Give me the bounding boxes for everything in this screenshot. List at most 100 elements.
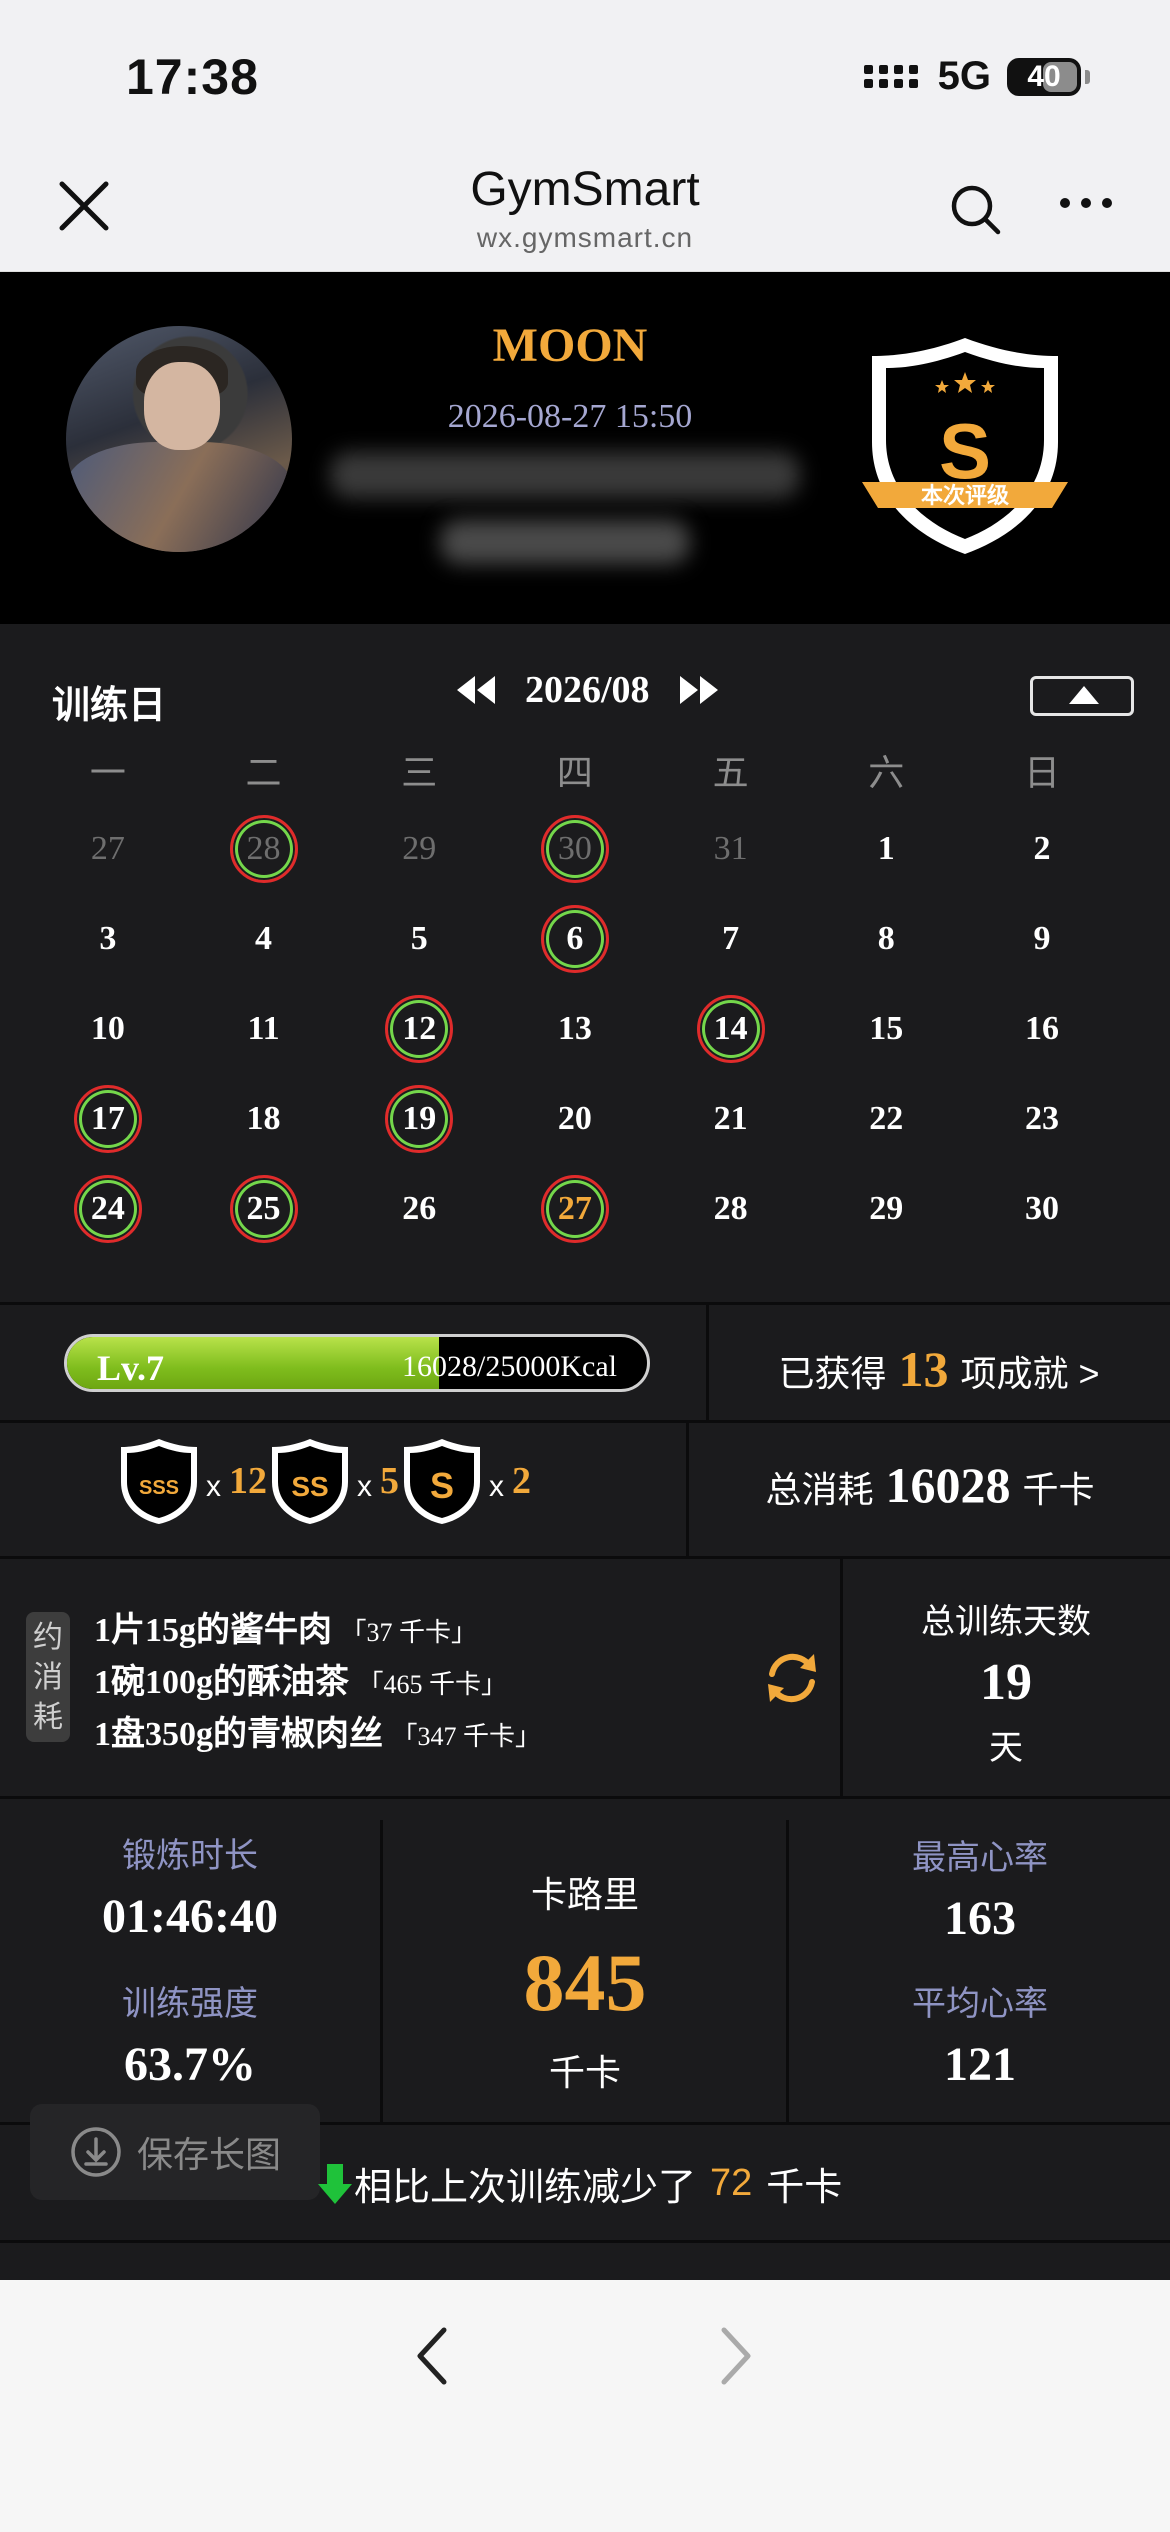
calendar-day[interactable]: 4: [186, 894, 342, 984]
calendar-day[interactable]: 1: [808, 804, 964, 894]
calendar-day[interactable]: 20: [497, 1074, 653, 1164]
calendar-day[interactable]: 25: [186, 1164, 342, 1254]
back-arrow-icon[interactable]: [410, 2324, 454, 2388]
collapse-calendar-button[interactable]: [1030, 676, 1134, 716]
calendar-day[interactable]: 26: [341, 1164, 497, 1254]
calendar-day[interactable]: 5: [341, 894, 497, 984]
calendar-day[interactable]: 23: [964, 1074, 1120, 1164]
calendar-day[interactable]: 31: [653, 804, 809, 894]
calendar-day[interactable]: 28: [653, 1164, 809, 1254]
weekday-header: 一 二 三 四 五 六 日: [30, 744, 1130, 796]
training-days-unit: 天: [989, 1729, 1023, 1767]
food-item: 1盘350g的青椒肉丝 「347 千卡」: [94, 1706, 541, 1758]
status-bar: 17:38 5G 40: [0, 0, 1170, 150]
calendar-day[interactable]: 15: [808, 984, 964, 1074]
calendar-title: 训练日: [52, 685, 167, 727]
badge-grade: S: [939, 407, 991, 495]
grade-times: x: [206, 1470, 221, 1503]
calendar-day[interactable]: 21: [653, 1074, 809, 1164]
calendar-day[interactable]: 13: [497, 984, 653, 1074]
weekday-label: 三: [401, 752, 438, 793]
calendar-day[interactable]: 6: [497, 894, 653, 984]
level-label: Lv.7: [97, 1348, 165, 1388]
calendar-day-number: 30: [540, 815, 609, 883]
calendar-day[interactable]: 9: [964, 894, 1120, 984]
calendar-day[interactable]: 19: [341, 1074, 497, 1164]
achievements-link[interactable]: 已获得 13 项成就 >: [708, 1340, 1170, 1398]
calorie-unit: 千卡: [548, 2052, 621, 2093]
calendar-day[interactable]: 18: [186, 1074, 342, 1164]
calendar-day[interactable]: 12: [341, 984, 497, 1074]
calendar-day-number: 5: [410, 920, 428, 957]
calendar-day[interactable]: 10: [30, 984, 186, 1074]
forward-arrow-icon[interactable]: [714, 2324, 758, 2388]
calendar-day-number: 15: [869, 1010, 904, 1047]
training-days-value: 19: [980, 1654, 1032, 1711]
grade-s: S x 2: [401, 1436, 533, 1526]
calendar-day[interactable]: 7: [653, 894, 809, 984]
calendar-day[interactable]: 27: [497, 1164, 653, 1254]
calendar-day[interactable]: 22: [808, 1074, 964, 1164]
battery-icon: 40: [1007, 57, 1081, 96]
blurred-text: [440, 520, 690, 564]
calendar-day-number: 19: [385, 1085, 454, 1153]
browser-toolbar: [0, 2280, 1170, 2532]
max-hr-value: 163: [944, 1892, 1016, 1945]
battery-level: 40: [1027, 59, 1061, 93]
food-equivalent-list: 1片15g的酱牛肉 「37 千卡」 1碗100g的酥油茶 「465 千卡」 1盘…: [94, 1602, 541, 1758]
calorie-label: 卡路里: [530, 1874, 639, 1915]
search-icon[interactable]: [948, 182, 1004, 238]
calendar-day[interactable]: 8: [808, 894, 964, 984]
calendar-day-number: 12: [385, 995, 454, 1063]
duration-stat: 锻炼时长 01:46:40: [0, 1828, 380, 1944]
calendar-day[interactable]: 16: [964, 984, 1120, 1074]
calendar-day-number: 28: [229, 815, 298, 883]
more-icon[interactable]: [1060, 198, 1112, 208]
training-days: 总训练天数 19 天: [842, 1594, 1170, 1769]
calendar-day-number: 21: [713, 1100, 748, 1137]
calendar-day-number: 27: [540, 1175, 609, 1243]
grade-letters: SS: [291, 1471, 328, 1502]
calendar-day-number: 28: [713, 1190, 748, 1227]
status-indicators: 5G 40: [863, 54, 1090, 99]
grade-ss: SS x 5: [269, 1436, 401, 1526]
calendar-day-number: 1: [877, 830, 895, 867]
calendar-day[interactable]: 29: [808, 1164, 964, 1254]
calendar-day[interactable]: 3: [30, 894, 186, 984]
calendar-day[interactable]: 24: [30, 1164, 186, 1254]
next-month-icon[interactable]: [678, 676, 720, 704]
calendar-day[interactable]: 14: [653, 984, 809, 1074]
divider: [0, 1556, 1170, 1559]
tag-char: 耗: [33, 1701, 63, 1734]
achievements-suffix: 项成就 >: [960, 1353, 1100, 1394]
calendar-day[interactable]: 30: [964, 1164, 1120, 1254]
food-kcal: 「37 千卡」: [340, 1618, 478, 1647]
calendar-day-number: 8: [877, 920, 895, 957]
calendar-day[interactable]: 28: [186, 804, 342, 894]
prev-month-icon[interactable]: [455, 676, 497, 704]
nav-bar: GymSmart wx.gymsmart.cn: [0, 150, 1170, 272]
calendar-day[interactable]: 11: [186, 984, 342, 1074]
calendar-day-number: 4: [255, 920, 273, 957]
compare-value: 72: [710, 2162, 753, 2204]
grade-times: x: [489, 1470, 504, 1503]
calendar-day-number: 2: [1033, 830, 1051, 867]
calendar-day[interactable]: 29: [341, 804, 497, 894]
food-item: 1碗100g的酥油茶 「465 千卡」: [94, 1654, 541, 1706]
calendar-day[interactable]: 27: [30, 804, 186, 894]
calendar-day-number: 14: [696, 995, 765, 1063]
save-image-button[interactable]: 保存长图: [30, 2104, 320, 2200]
calendar-day[interactable]: 17: [30, 1074, 186, 1164]
calorie-stat: 卡路里 845 千卡: [382, 1866, 788, 2096]
compare-message: 相比上次训练减少了 72 千卡: [316, 2156, 842, 2211]
calendar-day[interactable]: 30: [497, 804, 653, 894]
calendar-day-number: 26: [402, 1190, 437, 1227]
total-unit: 千卡: [1022, 1469, 1095, 1510]
calendar-day-number: 29: [869, 1190, 904, 1227]
save-label: 保存长图: [136, 2134, 281, 2175]
blurred-text: [330, 452, 800, 498]
refresh-icon[interactable]: [760, 1646, 824, 1710]
compare-unit: 千卡: [766, 2167, 843, 2209]
max-heart-rate-stat: 最高心率 163: [790, 1830, 1170, 1946]
calendar-day[interactable]: 2: [964, 804, 1120, 894]
